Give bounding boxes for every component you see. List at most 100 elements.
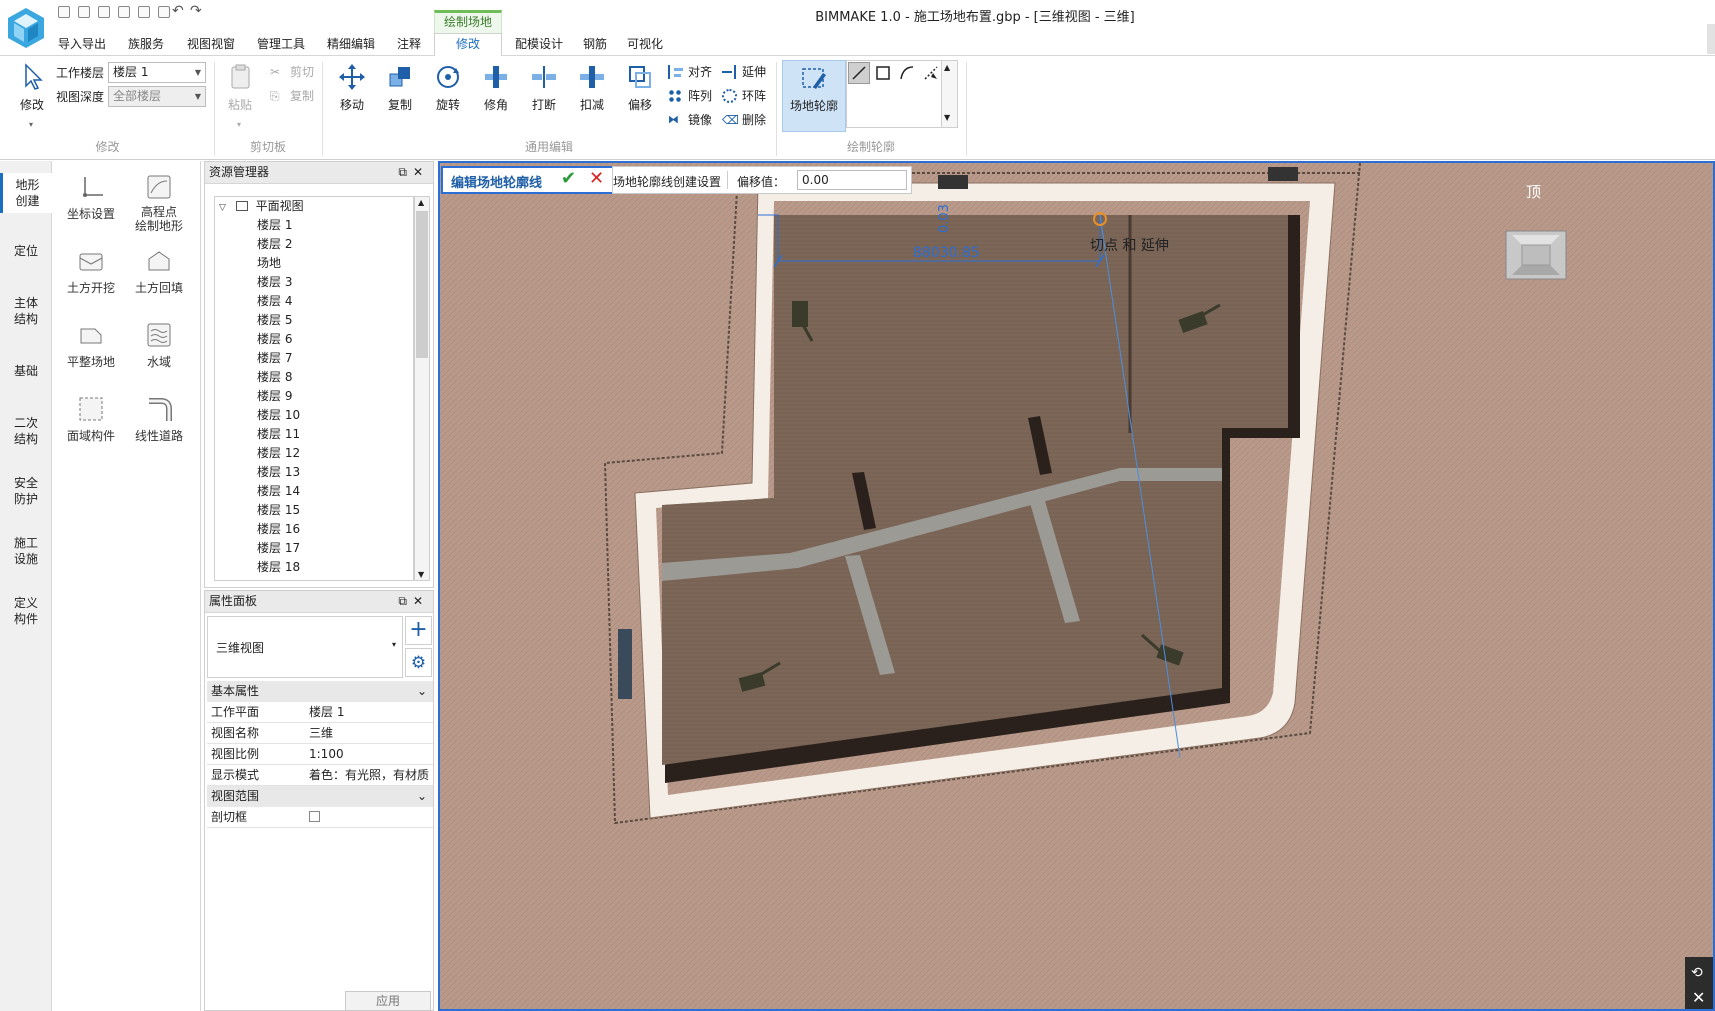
tree-item[interactable]: 楼层 9 (257, 387, 292, 406)
tab-view[interactable]: 视图视窗 (180, 34, 242, 56)
excavation-tool[interactable]: 土方开挖 (56, 247, 126, 296)
dimension-value[interactable]: 88030.85 (913, 245, 980, 261)
tree-item[interactable]: 楼层 4 (257, 292, 292, 311)
area-component-tool[interactable]: 面域构件 (56, 395, 126, 444)
tree-item[interactable]: 楼层 10 (257, 406, 300, 425)
tab-formwork[interactable]: 配模设计 (508, 34, 570, 56)
3d-viewport[interactable]: 88030.85 0.03 切点 和 延伸 顶 ⟲ ✕ (438, 161, 1715, 1011)
pick-line-tool-icon[interactable] (921, 63, 941, 83)
outline-setting-button[interactable]: 场地轮廓线创建设置 (613, 173, 721, 190)
tree-scrollbar[interactable]: ▲ ▼ (414, 196, 430, 581)
close-icon[interactable]: ✕ (413, 594, 429, 608)
confirm-icon[interactable]: ✔ (561, 168, 576, 189)
delete-button[interactable]: ⌫ 删除 (722, 110, 766, 130)
apply-button[interactable]: 应用 (345, 991, 431, 1011)
tree-item[interactable]: 楼层 14 (257, 482, 300, 501)
tree-item[interactable]: 楼层 7 (257, 349, 292, 368)
close-view-icon[interactable]: ✕ (1692, 988, 1705, 1007)
tree-item[interactable]: 楼层 13 (257, 463, 300, 482)
scroll-thumb[interactable] (416, 211, 428, 358)
float-icon[interactable]: ⧉ (398, 594, 413, 608)
site-vehicle[interactable] (1268, 167, 1298, 181)
subtract-button[interactable]: 扣减 (570, 60, 614, 122)
cut-button[interactable]: ✂ 剪切 (270, 62, 314, 82)
prop-value[interactable]: 1:100 (309, 744, 431, 764)
tree-item[interactable]: 楼层 1 (257, 216, 292, 235)
gear-icon[interactable]: ⚙ (405, 648, 432, 677)
view-cube[interactable] (1505, 230, 1567, 280)
view-depth-select[interactable]: 全部楼层 ▼ (108, 86, 206, 107)
tree-root[interactable]: ▽ 平面视图 (219, 197, 304, 216)
paste-button[interactable]: 粘贴 (218, 60, 262, 122)
mirror-button[interactable]: ⧓ 镜像 (668, 110, 712, 130)
tab-fine-edit[interactable]: 精细编辑 (320, 34, 382, 56)
tree-item[interactable]: 楼层 18 (257, 558, 300, 577)
linear-road-tool[interactable]: 线性道路 (124, 395, 194, 444)
view-type-select[interactable]: 三维视图 ▾ (207, 616, 403, 678)
prop-value[interactable]: 三维 (309, 723, 431, 743)
rail-main-structure[interactable]: 主体 结构 (0, 295, 52, 327)
water-tool[interactable]: 水域 (124, 321, 194, 370)
copy-clip-button[interactable]: ⎘ 复制 (270, 86, 314, 106)
trim-button[interactable]: 修角 (474, 60, 518, 122)
tree-item[interactable]: 楼层 5 (257, 311, 292, 330)
modify-button[interactable]: 修改 (10, 60, 54, 122)
section-view-range[interactable]: 视图范围 ⌄ (207, 786, 433, 807)
tree-item[interactable]: 楼层 3 (257, 273, 292, 292)
work-floor-select[interactable]: 楼层 1 ▼ (108, 62, 206, 83)
tree-item[interactable]: 楼层 6 (257, 330, 292, 349)
dimension-small-value[interactable]: 0.03 (937, 204, 952, 233)
scroll-up-icon[interactable]: ▲ (418, 198, 424, 207)
cancel-icon[interactable]: ✕ (589, 168, 604, 189)
rail-foundation[interactable]: 基础 (0, 363, 52, 379)
add-icon[interactable]: + (405, 616, 432, 645)
rail-facilities[interactable]: 施工 设施 (0, 535, 52, 567)
tree-item[interactable]: 楼层 12 (257, 444, 300, 463)
elevation-terrain-tool[interactable]: 高程点 绘制地形 (124, 173, 194, 233)
arc-tool-icon[interactable] (897, 63, 917, 83)
copy-button[interactable]: 复制 (378, 60, 422, 122)
array-button[interactable]: 阵列 (668, 86, 712, 106)
site-vehicle[interactable] (938, 175, 968, 189)
site-scene[interactable]: 88030.85 0.03 切点 和 延伸 顶 ⟲ ✕ (440, 163, 1715, 1011)
tree-item[interactable]: 楼层 15 (257, 501, 300, 520)
tab-rebar[interactable]: 钢筋 (578, 34, 612, 56)
tree-item[interactable]: 楼层 11 (257, 425, 300, 444)
rail-safety[interactable]: 安全 防护 (0, 475, 52, 507)
rail-custom[interactable]: 定义 构件 (0, 595, 52, 627)
rectangle-tool-icon[interactable] (873, 63, 893, 83)
collapse-icon[interactable]: ▽ (219, 203, 226, 213)
tree-item[interactable]: 楼层 8 (257, 368, 292, 387)
scroll-up-icon[interactable]: ▲ (944, 63, 950, 72)
offset-button[interactable]: 偏移 (618, 60, 662, 122)
leveling-tool[interactable]: 平整场地 (56, 321, 126, 370)
tab-annotate[interactable]: 注释 (388, 34, 430, 56)
float-icon[interactable]: ⧉ (398, 165, 413, 179)
break-button[interactable]: 打断 (522, 60, 566, 122)
tab-family[interactable]: 族服务 (120, 34, 172, 56)
ring-array-button[interactable]: 环阵 (722, 86, 766, 106)
tab-visualize[interactable]: 可视化 (620, 34, 670, 56)
line-tool-icon[interactable] (848, 62, 870, 84)
tree-item[interactable]: 楼层 17 (257, 539, 300, 558)
rail-secondary-structure[interactable]: 二次 结构 (0, 415, 52, 447)
move-button[interactable]: 移动 (330, 60, 374, 122)
section-box-checkbox[interactable] (309, 807, 431, 828)
tree-item[interactable]: 楼层 2 (257, 235, 292, 254)
rotate-button[interactable]: 旋转 (426, 60, 470, 122)
align-button[interactable]: 对齐 (668, 62, 712, 82)
prop-value[interactable]: 楼层 1 (309, 702, 431, 722)
reset-view-icon[interactable]: ⟲ (1691, 965, 1703, 981)
tree-item[interactable]: 楼层 16 (257, 520, 300, 539)
section-basic[interactable]: 基本属性 ⌄ (207, 681, 433, 702)
scroll-down-icon[interactable]: ▼ (944, 113, 950, 122)
tab-modify[interactable]: 修改 (434, 33, 502, 57)
prop-value[interactable]: 着色：有光照，有材质 (309, 765, 431, 785)
extend-button[interactable]: 延伸 (722, 62, 766, 82)
scroll-down-icon[interactable]: ▼ (418, 570, 424, 579)
tree-item[interactable]: 场地 (257, 254, 281, 273)
site-outline-button[interactable]: 场地轮廓 (782, 60, 846, 132)
rail-terrain[interactable]: 地形 创建 (0, 173, 52, 213)
tab-manage[interactable]: 管理工具 (250, 34, 312, 56)
tab-import-export[interactable]: 导入导出 (52, 34, 112, 56)
